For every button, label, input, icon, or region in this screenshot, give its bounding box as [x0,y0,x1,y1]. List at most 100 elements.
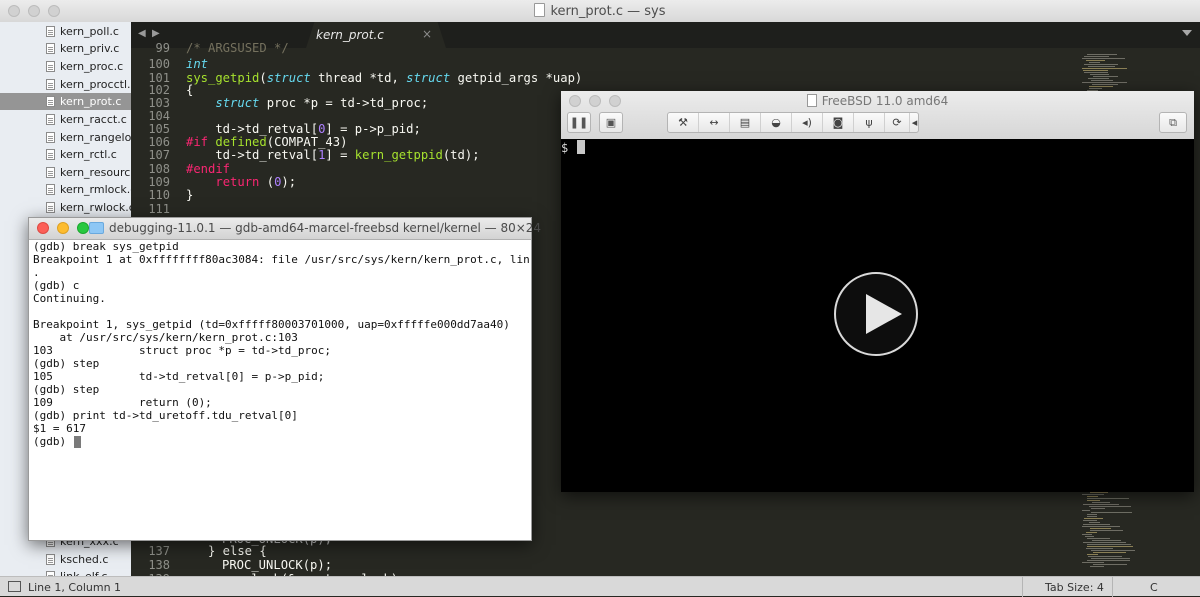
play-button[interactable] [834,272,918,356]
code-line: td->td_retval[1] = kern_getppid(td); [186,148,480,162]
code-line: td->td_retval[0] = p->p_pid; [186,122,421,136]
sidebar-file[interactable]: kern_procctl.c [0,76,131,93]
minimap-line [1083,542,1126,543]
terminal-close-button[interactable] [37,222,49,234]
code-line: /* ARGSUSED */ [186,41,289,55]
panel-toggle-icon[interactable] [8,581,21,592]
sidebar-file[interactable]: kern_priv.c [0,40,131,57]
refresh-icon[interactable]: ⟳ [885,113,910,132]
speaker-icon[interactable]: ◂) [792,113,823,132]
minimap-line [1084,56,1109,57]
resize-icon[interactable]: ↔ [699,113,730,132]
file-icon [46,79,55,90]
wrench-icon[interactable]: ⚒ [668,113,699,132]
fullscreen-button[interactable]: ⧉ [1159,112,1187,133]
tab-kern-prot[interactable]: kern_prot.c × [306,22,446,48]
sidebar-file[interactable]: kern_rmlock.c [0,181,131,198]
pause-button[interactable]: ❚❚ [567,112,591,133]
minimap-line [1084,64,1118,65]
tab-label: kern_prot.c [316,28,384,42]
terminal-line: 105 td->td_retval[0] = p->p_pid; [33,370,325,383]
status-divider [1112,577,1113,597]
camera-icon[interactable]: ◙ [823,113,854,132]
line-number: 103 [148,96,170,110]
chevron-down-icon[interactable] [1182,30,1192,36]
minimap-line [1091,80,1113,81]
terminal-line: (gdb) break sys_getpid [33,240,179,253]
code-line: #endif [186,162,231,176]
snapshot-button[interactable]: ▣ [599,112,623,133]
minimap-line [1085,536,1094,537]
minimap-line [1087,538,1110,539]
minimap-line [1093,76,1118,77]
minimap-line [1083,70,1108,71]
terminal-minimize-button[interactable] [57,222,69,234]
terminal-titlebar: debugging-11.0.1 — gdb-amd64-marcel-free… [29,218,541,240]
vm-window[interactable]: FreeBSD 11.0 amd64 ❚❚ ▣ ⚒ ↔ ▤ ◒ ◂) ◙ ψ ⟳… [561,91,1194,492]
minimap-line [1091,558,1130,559]
tab-size-selector[interactable]: Tab Size: 4 [1045,581,1104,594]
terminal-line: (gdb) step [33,357,100,370]
vm-title: FreeBSD 11.0 amd64 [561,94,1194,108]
minimap-line [1093,564,1127,565]
vm-shell-prompt: $ [561,141,569,155]
file-icon [46,96,55,107]
line-number: 106 [148,135,170,149]
file-icon [46,554,55,565]
terminal-zoom-button[interactable] [77,222,89,234]
line-number: 110 [148,188,170,202]
syntax-selector[interactable]: C [1150,581,1158,594]
minimap-line [1087,560,1130,561]
sidebar-file[interactable]: kern_rwlock.c [0,199,131,216]
vm-console[interactable]: $ [561,139,1194,492]
forward-arrow-icon[interactable]: ▶ [152,28,160,39]
minimap-line [1090,528,1111,529]
tab-close-icon[interactable]: × [422,27,432,41]
terminal-output[interactable]: (gdb) break sys_getpid Breakpoint 1 at 0… [33,240,529,536]
terminal-line: (gdb) c [33,279,80,292]
minimap-line [1087,54,1117,55]
lock-icon[interactable]: ◒ [761,113,792,132]
terminal-window-controls [37,222,89,234]
sidebar-file[interactable]: ksched.c [0,551,131,568]
back-arrow-icon[interactable]: ◀ [138,28,146,39]
terminal-line: Breakpoint 1 at 0xffffffff80ac3084: file… [33,253,529,266]
sidebar-file[interactable]: kern_racct.c [0,111,131,128]
file-icon [46,184,55,195]
sidebar-file[interactable]: kern_rangelock.c [0,129,131,146]
minimap-line [1082,68,1127,69]
play-icon [866,294,902,334]
terminal-cursor [74,436,81,448]
minimap-line [1082,562,1104,563]
snapshot-icon: ▣ [605,116,617,129]
minimap-line [1092,540,1121,541]
sidebar-file[interactable]: kern_poll.c [0,23,131,40]
sidebar-file[interactable]: kern_resource.c [0,164,131,181]
sidebar-file-selected[interactable]: kern_prot.c [0,93,131,110]
line-number: 109 [148,175,170,189]
status-bar: Line 1, Column 1 Tab Size: 4 C [0,576,1200,597]
disk-icon[interactable]: ▤ [730,113,761,132]
minimap-line [1089,506,1131,507]
sidebar-file[interactable]: link_elf.c [0,568,131,576]
minimap-line [1089,522,1100,523]
line-number: 102 [148,83,170,97]
sidebar-file[interactable]: kern_proc.c [0,58,131,75]
terminal-line: (gdb) print td->td_uretoff.tdu_retval[0] [33,409,298,422]
minimap-line [1087,498,1129,499]
code-line: sys_getpid(struct thread *td, struct get… [186,71,583,85]
code-line: #if defined(COMPAT_43) [186,135,348,149]
file-icon [46,26,55,37]
minimap-line [1083,524,1110,525]
cursor-position: Line 1, Column 1 [28,581,122,594]
minimap-line [1082,534,1092,535]
minimap-line [1083,520,1097,521]
usb-icon[interactable]: ψ [854,113,885,132]
terminal-window[interactable]: debugging-11.0.1 — gdb-amd64-marcel-free… [28,217,541,541]
vm-titlebar: FreeBSD 11.0 amd64 ❚❚ ▣ ⚒ ↔ ▤ ◒ ◂) ◙ ψ ⟳… [561,91,1194,140]
file-icon [46,132,55,143]
chevron-left-icon[interactable]: ◂ [910,113,919,132]
minimap-line [1087,496,1098,497]
sidebar-file[interactable]: kern_rctl.c [0,146,131,163]
code-line: } else { [208,544,267,558]
